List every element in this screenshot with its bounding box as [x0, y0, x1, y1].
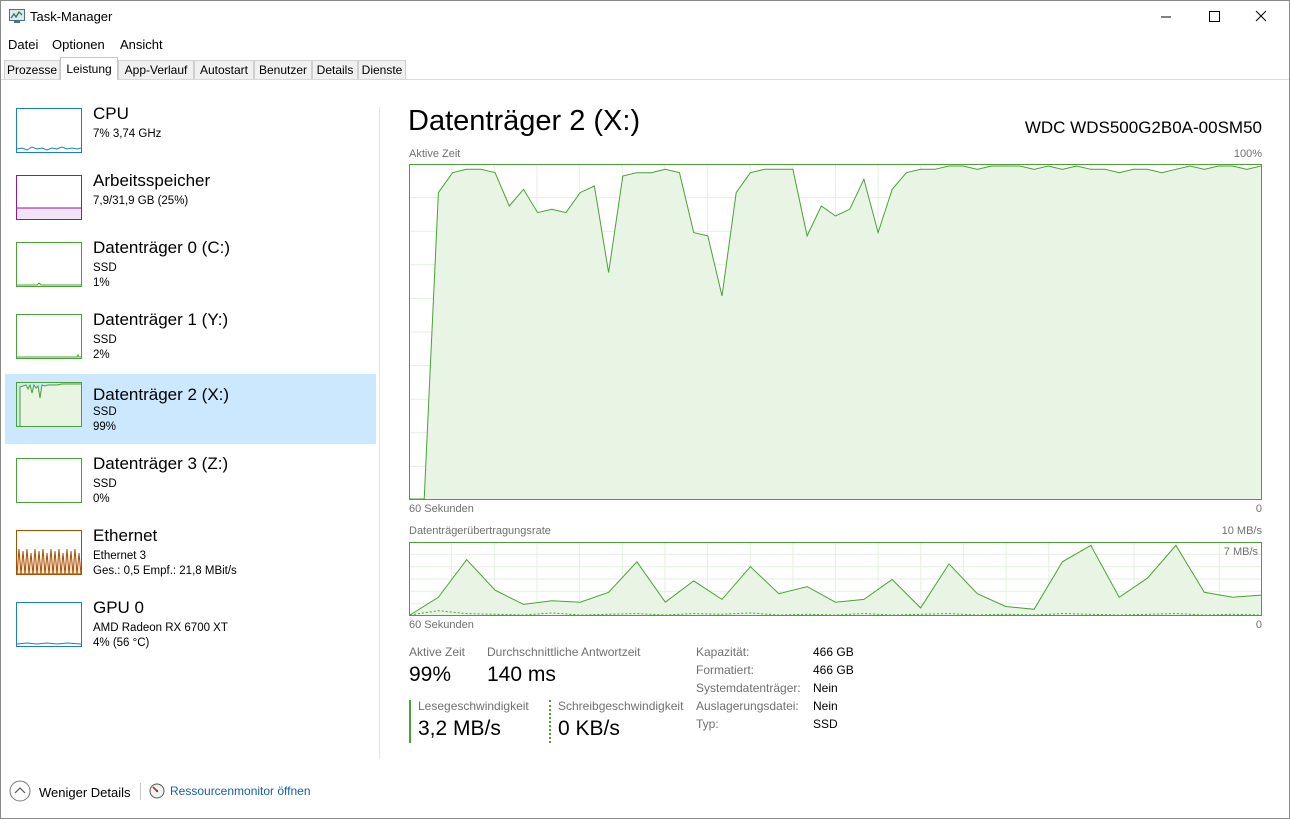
write-speed-value: 0 KB/s	[558, 717, 620, 740]
prop-key-system-disk: Systemdatenträger:	[696, 681, 801, 695]
sidebar-item-sub: SSD	[93, 478, 117, 490]
read-speed-label: Lesegeschwindigkeit	[418, 699, 529, 713]
graph2-label: Datenträgerübertragungsrate	[409, 525, 551, 537]
read-speed-value: 3,2 MB/s	[418, 717, 501, 740]
sidebar-item-sub: 7,9/31,9 GB (25%)	[93, 195, 189, 207]
resource-monitor-label: Ressourcenmonitor öffnen	[170, 784, 311, 798]
footer-separator	[140, 783, 141, 800]
task-manager-app-icon	[9, 9, 25, 23]
sidebar-item-sub: SSD	[93, 334, 117, 346]
chevron-up-icon	[9, 780, 31, 802]
sidebar-item-value: 1%	[93, 277, 110, 289]
prop-key-capacity: Kapazität:	[696, 645, 750, 659]
sidebar-item-sub: 7% 3,74 GHz	[93, 128, 162, 140]
cpu-mini-graph	[16, 108, 82, 153]
resource-monitor-icon	[149, 783, 165, 799]
maximize-icon	[1209, 11, 1220, 22]
fewer-details-label: Weniger Details	[39, 785, 131, 800]
sidebar-item-label: CPU	[93, 104, 129, 123]
tab-prozesse[interactable]: Prozesse	[4, 60, 60, 79]
response-time-value: 140 ms	[487, 663, 556, 686]
sidebar-item-value: 0%	[93, 493, 110, 505]
prop-key-formatted: Formatiert:	[696, 663, 755, 677]
sidebar-item-sub: AMD Radeon RX 6700 XT	[93, 622, 228, 634]
tab-app-verlauf[interactable]: App-Verlauf	[118, 60, 194, 79]
disk1-mini-graph	[16, 314, 82, 359]
minimize-icon	[1161, 16, 1171, 18]
sidebar-item-value: 2%	[93, 349, 110, 361]
sidebar-item-label: Datenträger 0 (C:)	[93, 238, 230, 257]
close-button[interactable]	[1238, 1, 1284, 32]
minimize-button[interactable]	[1143, 1, 1189, 32]
disk0-mini-graph	[16, 242, 82, 287]
disk3-mini-graph	[16, 458, 82, 503]
graph2-time-label: 60 Sekunden	[409, 619, 474, 631]
graph1-time-label: 60 Sekunden	[409, 503, 474, 515]
sidebar-item-ethernet[interactable]: Ethernet Ethernet 3 Ges.: 0,5 Empf.: 21,…	[5, 526, 376, 596]
menu-datei[interactable]: Datei	[8, 37, 38, 52]
prop-value-capacity: 466 GB	[813, 645, 854, 659]
memory-mini-graph	[16, 175, 82, 220]
tab-details[interactable]: Details	[312, 60, 358, 79]
close-icon	[1255, 10, 1267, 22]
tab-leistung[interactable]: Leistung	[60, 57, 118, 80]
write-speed-label: Schreibgeschwindigkeit	[558, 699, 684, 713]
sidebar-item-label: Datenträger 2 (X:)	[93, 385, 230, 404]
graph1-max-label: 100%	[1233, 148, 1262, 160]
sidebar-item-sub: SSD	[93, 406, 117, 418]
sidebar-item-sub: SSD	[93, 262, 117, 274]
prop-key-type: Typ:	[696, 717, 719, 731]
sidebar-item-label: Arbeitsspeicher	[93, 171, 211, 190]
sidebar-item-datentraeger-0[interactable]: Datenträger 0 (C:) SSD 1%	[5, 238, 376, 308]
menu-optionen[interactable]: Optionen	[52, 37, 105, 52]
prop-key-pagefile: Auslagerungsdatei:	[696, 699, 799, 713]
sidebar-item-arbeitsspeicher[interactable]: Arbeitsspeicher 7,9/31,9 GB (25%)	[5, 171, 376, 241]
active-time-chart	[409, 164, 1262, 500]
active-time-label: Aktive Zeit	[409, 645, 466, 659]
prop-value-formatted: 466 GB	[813, 663, 854, 677]
sidebar-item-cpu[interactable]: CPU 7% 3,74 GHz	[5, 104, 376, 174]
sidebar-item-datentraeger-1[interactable]: Datenträger 1 (Y:) SSD 2%	[5, 310, 376, 380]
prop-value-system-disk: Nein	[813, 681, 838, 695]
gpu-mini-graph	[16, 602, 82, 647]
graph1-zero-label: 0	[1255, 503, 1262, 515]
graph2-secondary-label: 7 MB/s	[1223, 546, 1258, 558]
page-title: Datenträger 2 (X:)	[408, 105, 641, 137]
sidebar-item-value: 99%	[93, 421, 117, 433]
ethernet-mini-graph	[16, 530, 82, 575]
graph1-label: Aktive Zeit	[409, 148, 461, 160]
sidebar-item-datentraeger-3[interactable]: Datenträger 3 (Z:) SSD 0%	[5, 454, 376, 524]
response-time-label: Durchschnittliche Antwortzeit	[487, 645, 641, 659]
maximize-button[interactable]	[1191, 1, 1237, 32]
chart-series	[410, 165, 1262, 500]
write-speed-indicator	[549, 700, 551, 743]
disk-model: WDC WDS500G2B0A-00SM50	[1024, 118, 1262, 137]
panel-divider[interactable]	[379, 107, 380, 759]
tab-autostart[interactable]: Autostart	[194, 60, 254, 79]
graph2-max-label: 10 MB/s	[1221, 525, 1262, 537]
title-bar[interactable]	[1, 1, 1289, 32]
read-speed-indicator	[409, 700, 411, 743]
sidebar-item-sub: Ethernet 3	[93, 550, 147, 562]
prop-value-pagefile: Nein	[813, 699, 838, 713]
tab-dienste[interactable]: Dienste	[358, 60, 406, 79]
sidebar-item-label: Datenträger 1 (Y:)	[93, 310, 229, 329]
disk2-mini-graph	[16, 382, 82, 427]
sidebar-item-label: GPU 0	[93, 598, 145, 617]
tab-benutzer[interactable]: Benutzer	[254, 60, 312, 79]
sidebar-item-value: Ges.: 0,5 Empf.: 21,8 MBit/s	[93, 565, 237, 577]
sidebar-item-value: 4% (56 °C)	[93, 637, 150, 649]
graph2-zero-label: 0	[1255, 619, 1262, 631]
sidebar-item-label: Datenträger 3 (Z:)	[93, 454, 229, 473]
menu-ansicht[interactable]: Ansicht	[120, 37, 163, 52]
prop-value-type: SSD	[813, 717, 838, 731]
sidebar-item-label: Ethernet	[93, 526, 158, 545]
active-time-value: 99%	[409, 663, 452, 686]
transfer-rate-chart	[409, 542, 1262, 616]
sidebar-item-gpu-0[interactable]: GPU 0 AMD Radeon RX 6700 XT 4% (56 °C)	[5, 598, 376, 668]
sidebar-item-datentraeger-2[interactable]: Datenträger 2 (X:) SSD 99%	[5, 374, 376, 444]
window-title: Task-Manager	[30, 9, 113, 24]
